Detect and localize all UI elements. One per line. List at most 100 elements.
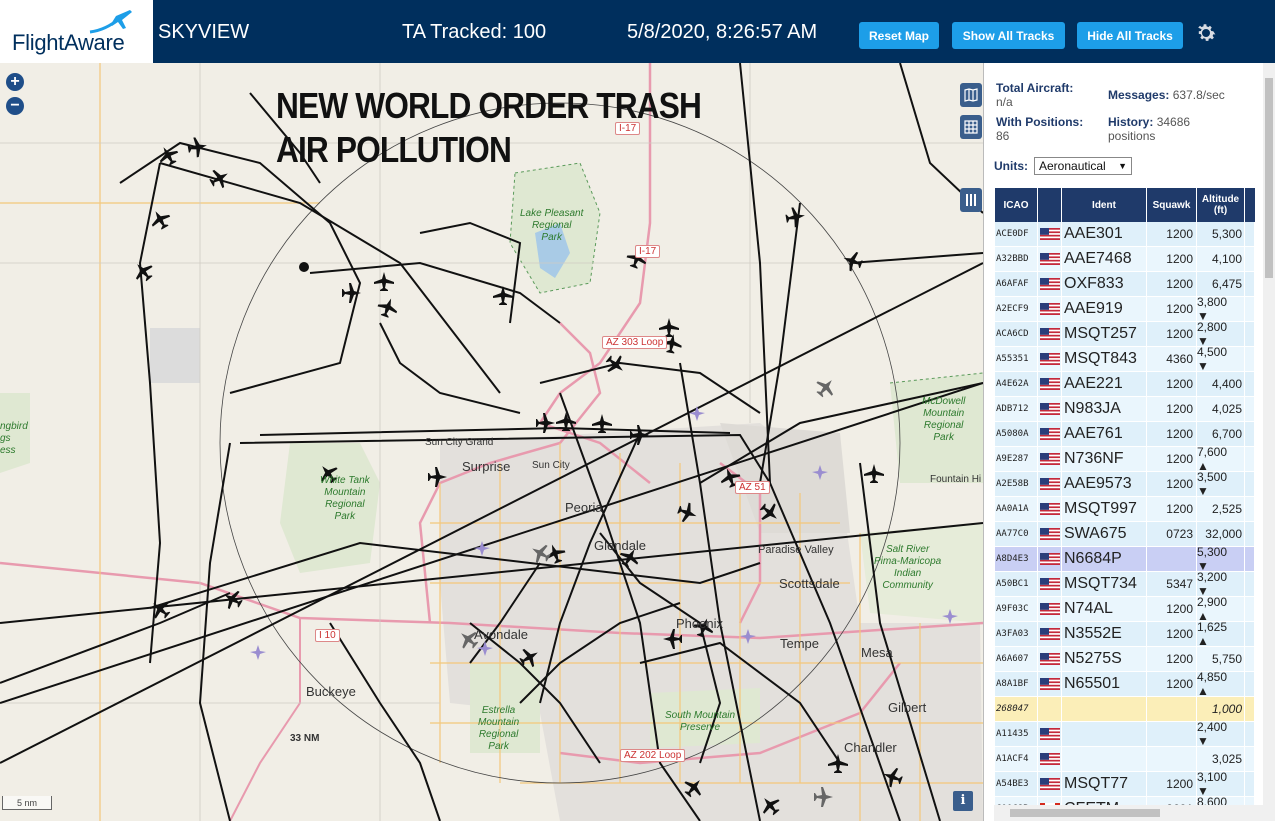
flag-cell — [1038, 772, 1062, 796]
total-aircraft-label: Total Aircraft: — [996, 81, 1074, 95]
ta-tracked-count: TA Tracked: 100 — [402, 21, 547, 43]
table-header: ICAO Ident Squawk Altitude (ft) — [995, 188, 1255, 222]
icao-cell: AA77C0 — [995, 522, 1038, 546]
table-row[interactable]: A11435 2,400 ▼ — [995, 720, 1255, 748]
us-flag-icon — [1039, 453, 1060, 465]
place-surprise: Surprise — [462, 459, 511, 474]
table-row[interactable]: A8D4E3 N6684P 5,300 ▼ — [995, 545, 1255, 573]
squawk-cell: 1200 — [1147, 222, 1197, 246]
columns-toggle-icon[interactable] — [960, 188, 982, 212]
flag-cell — [1038, 647, 1062, 671]
table-row[interactable]: A54BE3 MSQT77 1200 3,100 ▼ — [995, 770, 1255, 798]
park-lake-pleasant: Lake Pleasant Regional Park — [520, 208, 584, 243]
zoom-out-button[interactable]: − — [6, 97, 24, 115]
zoom-in-button[interactable]: + — [6, 73, 24, 91]
flightaware-logo[interactable]: FlightAware — [0, 0, 153, 63]
road-shield-az303: AZ 303 Loop — [602, 336, 668, 349]
col-extra — [1245, 188, 1255, 222]
altitude-cell: 5,300 ▼ — [1197, 545, 1245, 573]
extra-cell — [1245, 647, 1255, 671]
table-row[interactable]: A2E58B AAE9573 1200 3,500 ▼ — [995, 470, 1255, 498]
place-mesa: Mesa — [861, 645, 893, 660]
table-row[interactable]: A4E62A AAE221 1200 4,400 — [995, 372, 1255, 397]
extra-cell — [1245, 447, 1255, 471]
table-row[interactable]: A6A607 N5275S 1200 5,750 — [995, 647, 1255, 672]
table-row[interactable]: A6AFAF OXF833 1200 6,475 — [995, 272, 1255, 297]
col-squawk[interactable]: Squawk — [1147, 188, 1197, 222]
table-horizontal-scroll-thumb[interactable] — [1010, 809, 1160, 817]
icao-cell: A2E58B — [995, 472, 1038, 496]
sidebar-scroll-thumb[interactable] — [1265, 78, 1273, 278]
table-row[interactable]: ACE0DF AAE301 1200 5,300 — [995, 222, 1255, 247]
icao-cell: ACE0DF — [995, 222, 1038, 246]
table-row[interactable]: A8A1BF N65501 1200 4,850 ▲ — [995, 670, 1255, 698]
extra-cell — [1245, 622, 1255, 646]
flag-cell — [1038, 747, 1062, 771]
table-row[interactable]: A5080A AAE761 1200 6,700 — [995, 422, 1255, 447]
squawk-cell: 1200 — [1147, 622, 1197, 646]
chevron-down-icon: ▼ — [1118, 161, 1127, 171]
flag-cell — [1038, 547, 1062, 571]
flag-cell — [1038, 297, 1062, 321]
icao-cell: A55351 — [995, 347, 1038, 371]
flag-cell — [1038, 222, 1062, 246]
table-row[interactable]: AA0A1A MSQT997 1200 2,525 — [995, 497, 1255, 522]
altitude-cell: 3,025 — [1197, 747, 1245, 771]
flag-cell — [1038, 447, 1062, 471]
place-tempe: Tempe — [780, 636, 820, 651]
extra-cell — [1245, 347, 1255, 371]
icao-cell: ACA6CD — [995, 322, 1038, 346]
squawk-cell: 1200 — [1147, 672, 1197, 696]
messages-label: Messages: — [1108, 88, 1170, 102]
table-row[interactable]: A9E287 N736NF 1200 7,600 ▲ — [995, 445, 1255, 473]
altitude-cell: 32,000 — [1197, 522, 1245, 546]
aircraft-sidebar: Total Aircraft: n/a With Positions: 86 M… — [983, 63, 1275, 821]
altitude-cell: 3,800 ▼ — [1197, 295, 1245, 323]
altitude-cell: 4,025 — [1197, 397, 1245, 421]
icao-cell: A9E287 — [995, 447, 1038, 471]
ident-cell: MSQT843 — [1062, 347, 1147, 371]
gear-icon[interactable] — [1194, 21, 1218, 45]
table-row[interactable]: A3FA03 N3552E 1200 1,625 ▲ — [995, 620, 1255, 648]
hide-all-tracks-button[interactable]: Hide All Tracks — [1077, 22, 1183, 49]
ident-cell: N5275S — [1062, 647, 1147, 671]
flag-cell — [1038, 372, 1062, 396]
flag-cell — [1038, 522, 1062, 546]
show-all-tracks-button[interactable]: Show All Tracks — [952, 22, 1065, 49]
us-flag-icon — [1039, 678, 1060, 690]
us-flag-icon — [1039, 778, 1060, 790]
col-flag[interactable] — [1038, 188, 1062, 222]
table-row[interactable]: A55351 MSQT843 4360 4,500 ▼ — [995, 345, 1255, 373]
app-name: SKYVIEW — [158, 21, 250, 43]
table-row[interactable]: 268047 1,000 — [995, 697, 1255, 722]
flag-cell — [1038, 397, 1062, 421]
map-view[interactable]: NEW WORLD ORDER TRASH AIR POLLUTION I-17… — [0, 63, 983, 821]
park-hummingbird: ngbird gs ess — [0, 421, 28, 456]
map-layers-icon[interactable] — [960, 83, 982, 107]
reset-map-button[interactable]: Reset Map — [859, 22, 939, 49]
extra-cell — [1245, 522, 1255, 546]
icao-cell: A11435 — [995, 722, 1038, 746]
table-row[interactable]: ADB712 N983JA 1200 4,025 — [995, 397, 1255, 422]
grid-icon[interactable] — [960, 115, 982, 139]
place-chandler: Chandler — [844, 740, 897, 755]
place-sun-city: Sun City — [532, 460, 570, 471]
units-select[interactable]: Aeronautical ▼ — [1034, 157, 1132, 175]
col-altitude[interactable]: Altitude (ft) — [1197, 188, 1245, 222]
table-row[interactable]: AA77C0 SWA675 0723 32,000 — [995, 522, 1255, 547]
col-icao[interactable]: ICAO — [995, 188, 1038, 222]
info-button[interactable]: i — [953, 791, 973, 811]
messages-value: 637.8/sec — [1172, 88, 1225, 102]
altitude-cell: 6,475 — [1197, 272, 1245, 296]
table-row[interactable]: A9F03C N74AL 1200 2,900 ▲ — [995, 595, 1255, 623]
icao-cell: 268047 — [995, 697, 1038, 721]
col-ident[interactable]: Ident — [1062, 188, 1147, 222]
table-row[interactable]: A1ACF4 3,025 — [995, 747, 1255, 772]
us-flag-icon — [1039, 653, 1060, 665]
table-row[interactable]: A2ECF9 AAE919 1200 3,800 ▼ — [995, 295, 1255, 323]
icao-cell: AA0A1A — [995, 497, 1038, 521]
table-row[interactable]: A50BC1 MSQT734 5347 3,200 ▼ — [995, 570, 1255, 598]
table-row[interactable]: ACA6CD MSQT257 1200 2,800 ▼ — [995, 320, 1255, 348]
flag-cell — [1038, 272, 1062, 296]
table-row[interactable]: A32BBD AAE7468 1200 4,100 — [995, 247, 1255, 272]
